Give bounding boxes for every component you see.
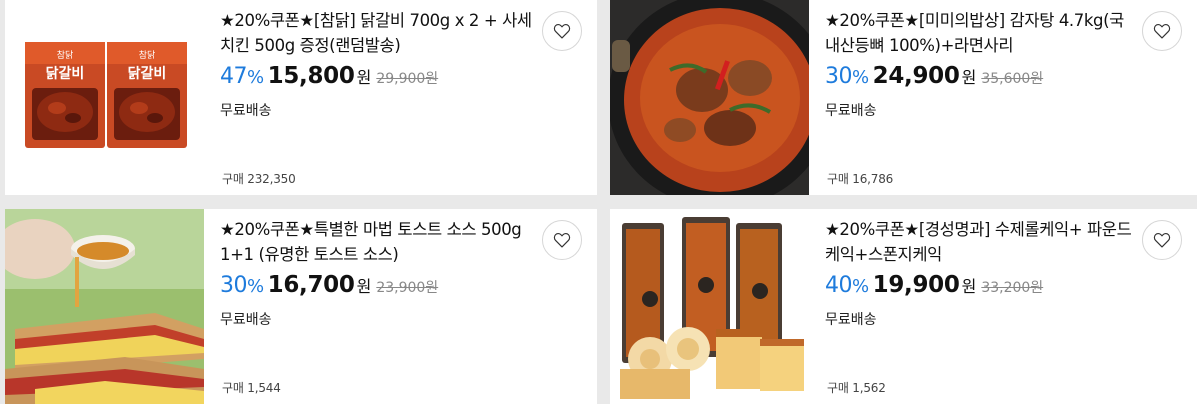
heart-icon [553,23,571,39]
currency-unit: 원 [356,277,372,296]
sale-price: 15,800 [267,63,355,89]
original-price: 29,900원 [376,71,439,87]
heart-icon [553,232,571,248]
discount-rate: 30% [825,64,869,89]
original-price: 35,600원 [981,71,1044,87]
product-card[interactable]: ★20%쿠폰★특별한 마법 토스트 소스 500g 1+1 (유명한 토스트 소… [5,209,597,404]
purchase-count: 구매 1,562 [827,381,886,395]
product-title[interactable]: ★20%쿠폰★특별한 마법 토스트 소스 500g 1+1 (유명한 토스트 소… [220,217,532,267]
wishlist-button[interactable] [1142,220,1182,260]
price-row: 40% 19,900 원 33,200원 [825,272,1043,298]
wishlist-button[interactable] [542,11,582,51]
original-price: 23,900원 [376,280,439,296]
product-title[interactable]: ★20%쿠폰★[경성명과] 수제롤케익+ 파운드케익+스폰지케익 [825,217,1137,267]
purchase-count: 구매 16,786 [827,172,894,186]
sale-price: 24,900 [872,63,960,89]
product-image-gamjatang[interactable] [610,0,809,195]
shipping-label: 무료배송 [220,312,272,328]
currency-unit: 원 [356,68,372,87]
product-card[interactable]: ★20%쿠폰★[미미의밥상] 감자탕 4.7kg(국내산등뼈 100%)+라면사… [610,0,1197,195]
heart-icon [1153,23,1171,39]
shipping-label: 무료배송 [220,103,272,119]
discount-rate: 30% [220,273,264,298]
product-title[interactable]: ★20%쿠폰★[참닭] 닭갈비 700g x 2 + 사세치킨 500g 증정(… [220,8,532,58]
sale-price: 16,700 [267,272,355,298]
discount-rate: 47% [220,64,264,89]
cake-set-illustration [610,209,809,404]
product-image-toast-sauce[interactable] [5,209,204,404]
purchase-count: 구매 232,350 [222,172,296,186]
original-price: 33,200원 [981,280,1044,296]
wishlist-button[interactable] [1142,11,1182,51]
shipping-label: 무료배송 [825,103,877,119]
product-title[interactable]: ★20%쿠폰★[미미의밥상] 감자탕 4.7kg(국내산등뼈 100%)+라면사… [825,8,1137,58]
discount-rate: 40% [825,273,869,298]
heart-icon [1153,232,1171,248]
currency-unit: 원 [961,68,977,87]
package-brand-left: 참닭 [57,49,74,61]
purchase-count: 구매 1,544 [222,381,281,395]
price-row: 30% 24,900 원 35,600원 [825,63,1043,89]
product-card[interactable]: ★20%쿠폰★[경성명과] 수제롤케익+ 파운드케익+스폰지케익 40% 19,9… [610,209,1197,404]
product-image-cakes[interactable] [610,209,809,404]
price-row: 30% 16,700 원 23,900원 [220,272,438,298]
package-label-left: 닭갈비 [46,65,85,82]
toast-sauce-illustration [5,209,204,404]
product-card[interactable]: 참닭 참닭 닭갈비 닭갈비 ★20%쿠폰★[참닭] 닭갈비 700g x 2 +… [5,0,597,195]
wishlist-button[interactable] [542,220,582,260]
gamjatang-pot-illustration [610,0,809,195]
sale-price: 19,900 [872,272,960,298]
product-image-dakgalbi[interactable]: 참닭 참닭 닭갈비 닭갈비 [5,0,204,195]
currency-unit: 원 [961,277,977,296]
package-brand-right: 참닭 [139,49,156,61]
shipping-label: 무료배송 [825,312,877,328]
package-label-right: 닭갈비 [128,65,167,82]
price-row: 47% 15,800 원 29,900원 [220,63,438,89]
dakgalbi-package-illustration: 참닭 참닭 닭갈비 닭갈비 [25,42,187,148]
